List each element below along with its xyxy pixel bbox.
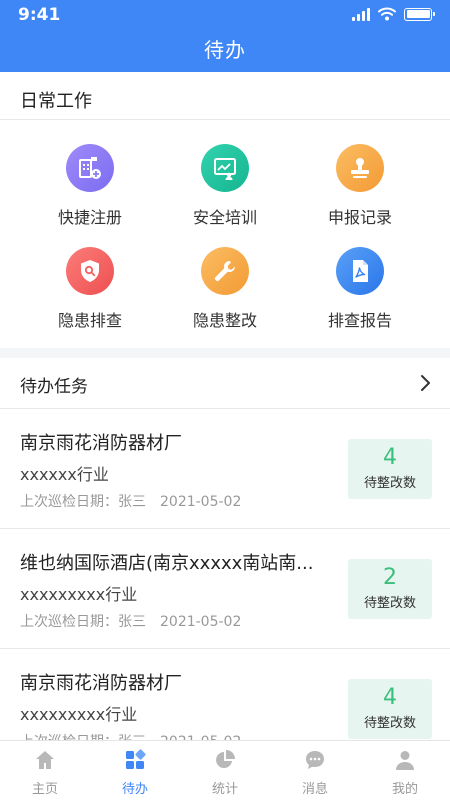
message-icon — [306, 751, 324, 769]
grid-label: 隐患整改 — [192, 311, 257, 330]
todo-tasks-title: 待办任务 — [20, 377, 88, 397]
pending-label: 待整改数 — [363, 596, 416, 611]
status-time: 9:41 — [18, 5, 61, 25]
task-industry: xxxxxxxxx行业 — [20, 585, 138, 604]
page-title: 待办 — [204, 38, 246, 62]
wifi-icon — [378, 7, 396, 21]
inspection-report-button[interactable]: 排查报告 — [295, 247, 425, 337]
pending-rectification-badge: 4 待整改数 — [348, 439, 432, 499]
task-item[interactable]: 维也纳国际酒店(南京xxxxx南站南... xxxxxxxxx行业 上次巡检日期… — [0, 529, 450, 649]
quick-register-button[interactable]: 快捷注册 — [25, 144, 155, 234]
nav-home[interactable]: 主页 — [0, 741, 90, 800]
pending-count: 4 — [383, 445, 397, 470]
header: 9:41 待办 — [0, 0, 450, 72]
battery-icon — [404, 7, 435, 21]
task-title: 南京雨花消防器材厂 — [20, 673, 182, 694]
safety-training-button[interactable]: 安全培训 — [160, 144, 290, 234]
building-plus-icon — [66, 144, 114, 192]
pending-label: 待整改数 — [363, 476, 416, 491]
grid-label: 申报记录 — [327, 208, 392, 227]
pending-count: 2 — [383, 565, 397, 590]
task-last-inspection: 上次巡检日期：张三 2021-05-02 — [20, 614, 242, 630]
nav-label: 主页 — [31, 782, 58, 797]
declaration-records-button[interactable]: 申报记录 — [295, 144, 425, 234]
pending-rectification-badge: 4 待整改数 — [348, 679, 432, 739]
todo-tasks-header[interactable]: 待办任务 — [0, 358, 450, 408]
screen: 9:41 待办 日常工作 快捷注册 安全培训 申报记录 隐患排查 隐患整改 排查… — [0, 0, 450, 800]
grid-label: 快捷注册 — [57, 208, 122, 227]
stamp-icon — [336, 144, 384, 192]
status-bar: 9:41 — [0, 0, 450, 30]
presentation-board-icon — [201, 144, 249, 192]
divider — [0, 119, 450, 120]
todo-tasks-section: 待办任务 南京雨花消防器材厂 xxxxxx行业 上次巡检日期：张三 2021-0… — [0, 358, 450, 750]
pending-label: 待整改数 — [363, 716, 416, 731]
daily-work-title: 日常工作 — [20, 91, 92, 112]
task-last-inspection: 上次巡检日期：张三 2021-05-02 — [20, 494, 242, 510]
nav-label: 我的 — [391, 782, 418, 797]
grid-label: 隐患排查 — [57, 311, 122, 330]
pending-count: 4 — [383, 685, 397, 710]
nav-messages[interactable]: 消息 — [270, 741, 360, 800]
nav-profile[interactable]: 我的 — [360, 741, 450, 800]
home-icon — [36, 751, 54, 769]
task-industry: xxxxxx行业 — [20, 465, 109, 484]
signal-icon — [352, 7, 370, 21]
nav-label: 统计 — [211, 782, 238, 797]
task-title: 维也纳国际酒店(南京xxxxx南站南... — [20, 553, 314, 574]
hazard-rectification-button[interactable]: 隐患整改 — [160, 247, 290, 337]
nav-statistics[interactable]: 统计 — [180, 741, 270, 800]
pdf-document-icon — [336, 247, 384, 295]
grid-label: 排查报告 — [327, 311, 392, 330]
status-icons — [352, 7, 435, 21]
pie-chart-icon — [216, 750, 235, 768]
user-icon — [396, 751, 414, 770]
nav-label: 消息 — [301, 782, 328, 797]
daily-work-section: 日常工作 快捷注册 安全培训 申报记录 隐患排查 隐患整改 排查报告 — [0, 72, 450, 348]
nav-todo[interactable]: 待办 — [90, 741, 180, 800]
nav-label: 待办 — [121, 782, 148, 797]
task-industry: xxxxxxxxx行业 — [20, 705, 138, 724]
pending-rectification-badge: 2 待整改数 — [348, 559, 432, 619]
wrench-icon — [201, 247, 249, 295]
todo-grid-icon — [126, 749, 146, 769]
bottom-nav: 主页 待办 统计 消息 我的 — [0, 740, 450, 800]
task-title: 南京雨花消防器材厂 — [20, 433, 182, 454]
hazard-inspection-button[interactable]: 隐患排查 — [25, 247, 155, 337]
task-item[interactable]: 南京雨花消防器材厂 xxxxxx行业 上次巡检日期：张三 2021-05-02 … — [0, 409, 450, 529]
grid-label: 安全培训 — [192, 208, 257, 227]
shield-search-icon — [66, 247, 114, 295]
chevron-right-icon — [421, 375, 430, 391]
